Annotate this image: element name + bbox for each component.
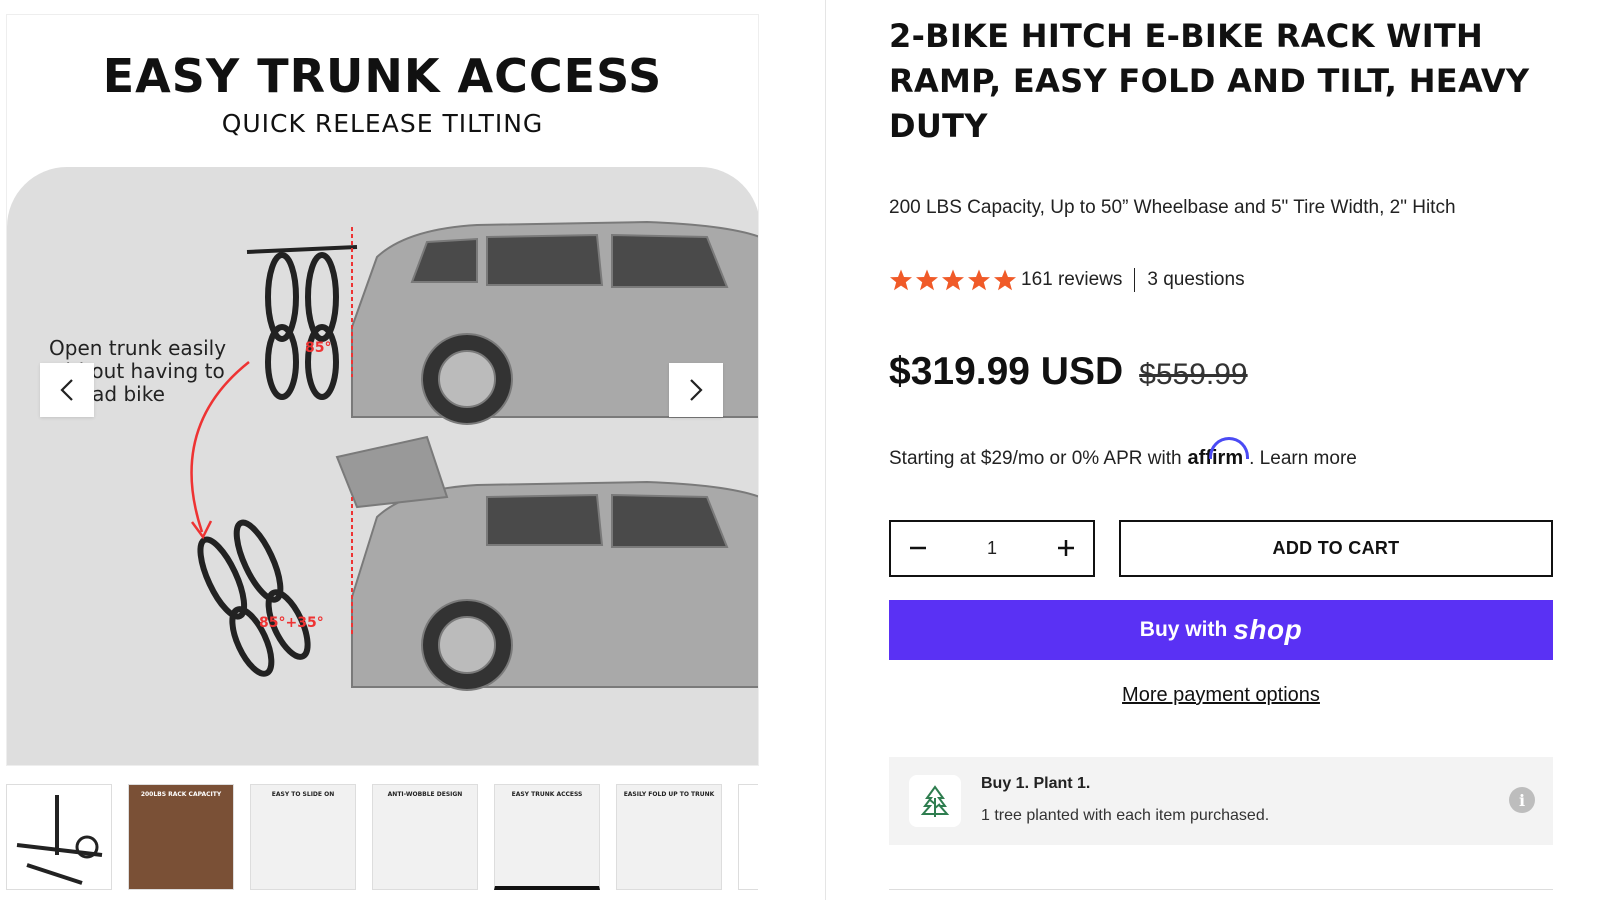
questions-link[interactable]: 3 questions <box>1147 269 1244 291</box>
sale-price: $319.99 USD <box>889 350 1124 393</box>
bikes-tilted <box>197 519 311 677</box>
thumbnail-1[interactable] <box>6 784 112 890</box>
thumbnail-label: EASY TO SLIDE ON <box>271 791 335 798</box>
star-icon <box>968 269 990 291</box>
image-heading: EASY TRUNK ACCESS <box>102 49 663 103</box>
star-icon <box>994 269 1016 291</box>
tree-icon <box>909 775 961 827</box>
quantity-stepper <box>889 520 1095 577</box>
gallery-prev-button[interactable] <box>40 363 94 417</box>
product-gallery: EASY TRUNK ACCESS QUICK RELEASE TILTING <box>0 0 826 900</box>
quantity-input[interactable] <box>962 538 1022 559</box>
thumbnail-3[interactable]: EASY TO SLIDE ON <box>250 784 356 890</box>
affirm-learn-more-link[interactable]: . Learn more <box>1249 448 1357 470</box>
affirm-message: Starting at $29/mo or 0% APR with affirm… <box>889 437 1357 470</box>
product-info: 2-BIKE HITCH E-BIKE RACK WITH RAMP, EASY… <box>889 0 1553 900</box>
plant-title: Buy 1. Plant 1. <box>981 775 1091 792</box>
thumbnail-7[interactable] <box>738 784 758 890</box>
affirm-prefix: Starting at $29/mo or 0% APR with <box>889 448 1182 469</box>
compare-price: $559.99 <box>1139 358 1248 391</box>
plus-icon <box>1058 539 1074 556</box>
star-icon <box>942 269 964 291</box>
section-divider <box>889 889 1553 890</box>
quantity-increase-button[interactable] <box>1053 534 1079 564</box>
info-icon[interactable]: i <box>1509 787 1535 813</box>
car-bottom <box>335 435 758 691</box>
plant-description: 1 tree planted with each item purchased. <box>981 807 1270 824</box>
minus-icon <box>910 546 926 549</box>
affirm-logo: affirm <box>1188 437 1250 470</box>
rating-separator <box>1134 268 1136 292</box>
product-title: 2-BIKE HITCH E-BIKE RACK WITH RAMP, EASY… <box>889 17 1530 145</box>
reviews-link[interactable]: 161 reviews <box>1021 269 1122 291</box>
angle-label-bottom: 85°+35° <box>259 615 324 631</box>
product-subtitle: 200 LBS Capacity, Up to 50” Wheelbase an… <box>889 197 1456 218</box>
rack-thumbnail-image <box>16 795 103 885</box>
thumbnail-label: ANTI-WOBBLE DESIGN <box>387 791 463 798</box>
thumbnail-4[interactable]: ANTI-WOBBLE DESIGN <box>372 784 478 890</box>
thumbnail-label: 200LBS RACK CAPACITY <box>140 791 222 798</box>
main-product-image: EASY TRUNK ACCESS QUICK RELEASE TILTING <box>6 14 759 766</box>
buy-with-label: Buy with <box>1139 618 1228 641</box>
thumbnail-label: EASY TRUNK ACCESS <box>511 791 583 798</box>
car-rack-illustration: 85° 85°+35° <box>190 220 758 691</box>
price-row: $319.99 USD $559.99 <box>889 350 1248 394</box>
image-subheading: QUICK RELEASE TILTING <box>221 109 544 138</box>
buy-with-shop-button[interactable]: Buy with shop <box>889 600 1553 660</box>
thumbnail-2[interactable]: 200LBS RACK CAPACITY <box>128 784 234 890</box>
tree-icon-svg <box>920 785 950 817</box>
star-icon <box>890 269 912 291</box>
thumbnail-5-active[interactable]: EASY TRUNK ACCESS <box>494 784 600 890</box>
affirm-arc-icon <box>1209 437 1250 459</box>
chevron-left-icon <box>60 379 73 401</box>
star-rating[interactable] <box>889 268 1017 292</box>
quantity-decrease-button[interactable] <box>905 534 931 564</box>
angle-label-top: 85° <box>305 340 331 356</box>
thumbnail-label: EASILY FOLD UP TO TRUNK <box>623 791 715 798</box>
star-icon <box>916 269 938 291</box>
rating-row: 161 reviews 3 questions <box>889 268 1245 292</box>
add-to-cart-button[interactable]: ADD TO CART <box>1119 520 1553 577</box>
chevron-right-icon <box>690 379 703 401</box>
thumbnail-6[interactable]: EASILY FOLD UP TO TRUNK <box>616 784 722 890</box>
gallery-next-button[interactable] <box>669 363 723 417</box>
bikes-upright <box>246 245 358 400</box>
image-scene: 85° 85°+35° <box>7 167 758 765</box>
more-payment-options-link[interactable]: More payment options <box>889 684 1553 707</box>
plant-a-tree-banner: Buy 1. Plant 1. 1 tree planted with each… <box>889 757 1553 845</box>
shop-logo: shop <box>1233 614 1303 645</box>
thumbnail-strip: 200LBS RACK CAPACITY EASY TO SLIDE ON AN… <box>6 784 758 894</box>
